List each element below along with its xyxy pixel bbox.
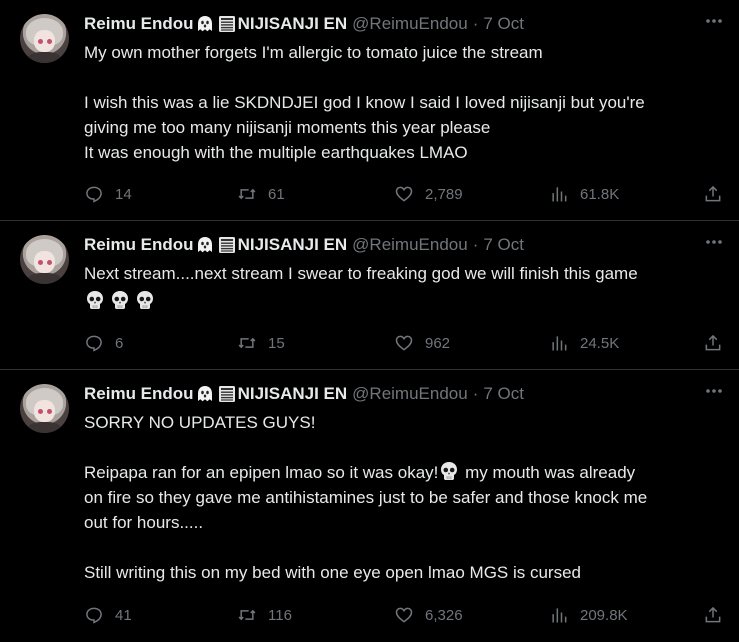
views-icon [552,608,567,623]
tweet[interactable]: Reimu Endou NIJISANJI EN @ReimuEndou · 7… [0,370,739,642]
share-icon [705,334,721,351]
author-handle[interactable]: @ReimuEndou [352,14,468,34]
tweet-text: SORRY NO UPDATES GUYS! Reipapa ran for a… [84,410,723,585]
separator-dot: · [472,14,479,33]
separator-dot: · [472,235,479,254]
like-count: 962 [425,334,451,352]
author-affiliation[interactable]: NIJISANJI EN [238,14,348,34]
share-button[interactable] [703,605,723,625]
reply-icon [86,607,102,624]
retweet-button[interactable]: 116 [237,605,292,625]
reply-button[interactable]: 14 [84,184,132,204]
author-affiliation[interactable]: NIJISANJI EN [238,235,348,255]
reply-button[interactable]: 41 [84,605,132,625]
avatar[interactable] [20,14,69,63]
heart-icon [395,335,413,351]
like-button[interactable]: 962 [394,333,450,353]
more-icon[interactable] [705,239,723,245]
skull-icon [87,290,103,309]
retweet-count: 15 [268,334,285,352]
retweet-count: 116 [268,606,292,624]
like-count: 2,789 [425,185,463,203]
reply-icon [86,335,102,352]
tweet-actions: 41 116 6,326 209.8K [84,603,723,627]
skull-icon [112,290,128,309]
author-affiliation[interactable]: NIJISANJI EN [238,384,348,404]
tweet-header: Reimu Endou NIJISANJI EN @ReimuEndou · 7… [84,233,723,257]
skull-emoji-row [84,287,723,312]
tweet-header: Reimu Endou NIJISANJI EN @ReimuEndou · 7… [84,382,723,406]
views-button[interactable]: 61.8K [549,184,619,204]
views-button[interactable]: 209.8K [549,605,628,625]
author-name[interactable]: Reimu Endou [84,235,194,255]
avatar[interactable] [20,235,69,284]
like-button[interactable]: 6,326 [394,605,463,625]
tweet-actions: 14 61 2,789 61.8K [84,182,723,206]
author-handle[interactable]: @ReimuEndou [352,235,468,255]
retweet-icon [238,609,256,621]
share-button[interactable] [703,184,723,204]
tweet-actions: 6 15 962 24.5K [84,331,723,355]
clapperboard-icon [218,16,235,32]
more-icon[interactable] [705,18,723,24]
separator-dot: · [472,384,479,403]
ghost-icon [197,16,212,32]
tweet-date[interactable]: 7 Oct [483,14,524,34]
share-button[interactable] [703,333,723,353]
views-count: 61.8K [580,185,620,203]
tweet-text: Next stream....next stream I swear to fr… [84,264,638,283]
tweet-text: My own mother forgets I'm allergic to to… [84,43,645,162]
avatar[interactable] [20,384,69,433]
clapperboard-icon [218,386,235,402]
reply-button[interactable]: 6 [84,333,123,353]
reply-count: 41 [115,606,132,624]
skull-icon [137,290,153,309]
retweet-icon [238,337,256,349]
retweet-icon [238,188,256,200]
retweet-button[interactable]: 61 [237,184,285,204]
tweet-text-part: SORRY NO UPDATES GUYS! Reipapa ran for a… [84,413,439,482]
more-icon[interactable] [705,388,723,394]
share-icon [705,606,721,623]
views-icon [552,187,567,202]
views-icon [552,336,567,351]
clapperboard-icon [218,237,235,253]
retweet-count: 61 [268,185,285,203]
author-name[interactable]: Reimu Endou [84,384,194,404]
reply-icon [86,186,102,203]
heart-icon [395,186,413,202]
reply-count: 14 [115,185,132,203]
like-button[interactable]: 2,789 [394,184,463,204]
tweet-date[interactable]: 7 Oct [483,384,524,404]
tweet-header: Reimu Endou NIJISANJI EN @ReimuEndou · 7… [84,12,723,36]
author-name[interactable]: Reimu Endou [84,14,194,34]
views-count: 24.5K [580,334,620,352]
ghost-icon [197,237,212,253]
tweet-date[interactable]: 7 Oct [483,235,524,255]
author-handle[interactable]: @ReimuEndou [352,384,468,404]
heart-icon [395,607,413,623]
views-button[interactable]: 24.5K [549,333,619,353]
reply-count: 6 [115,334,124,352]
like-count: 6,326 [425,606,463,624]
skull-icon [441,462,458,480]
views-count: 209.8K [580,606,628,624]
retweet-button[interactable]: 15 [237,333,285,353]
ghost-icon [197,386,212,402]
share-icon [705,185,721,202]
